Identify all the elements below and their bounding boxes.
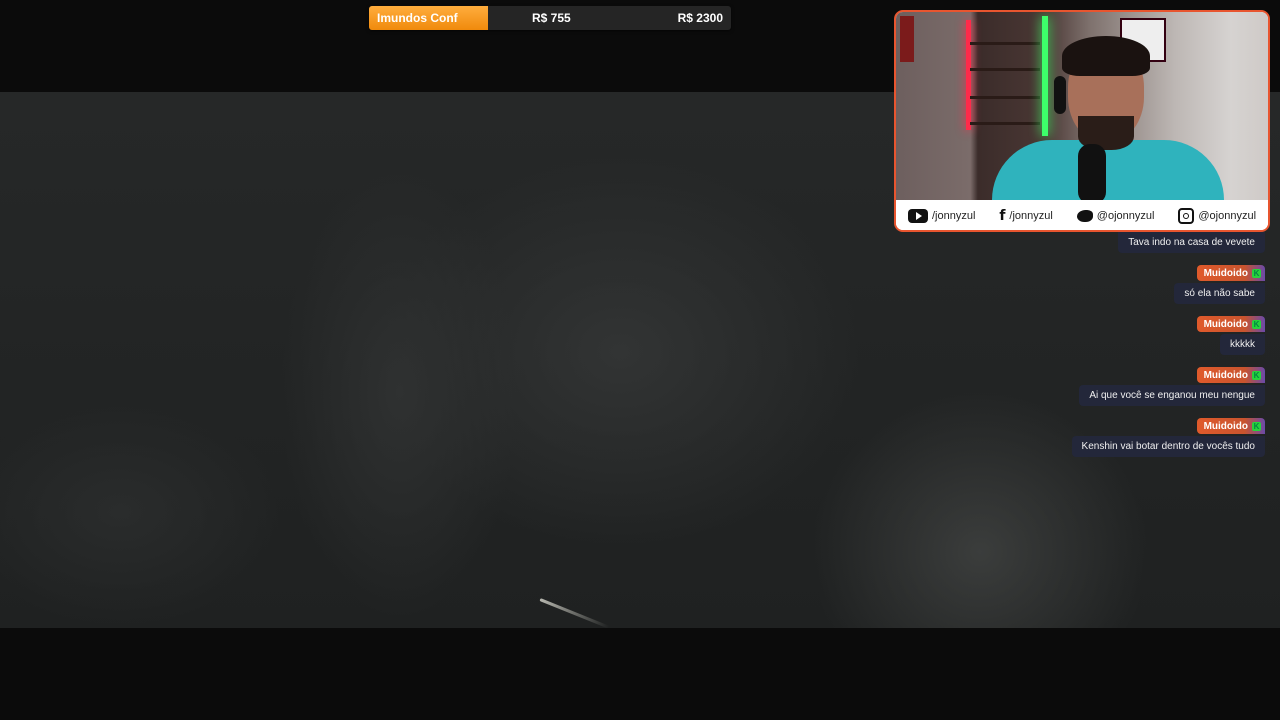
streamer-hair: [1062, 36, 1150, 76]
social-youtube: /jonnyzul: [907, 209, 976, 223]
red-led-strip: [966, 20, 971, 130]
chat-message: Muidoido K kkkkk: [965, 316, 1265, 355]
chat-message: Muidoido K só ela não sabe: [965, 265, 1265, 304]
shelf: [970, 96, 1040, 99]
chat-username: Muidoido: [1203, 318, 1248, 330]
instagram-icon: [1178, 208, 1195, 224]
chat-message: Muidoido K Ai que você se enganou meu ne…: [965, 367, 1265, 406]
chat-message: Tava indo na casa de vevete: [965, 232, 1265, 253]
social-facebook: f /jonnyzul: [999, 208, 1053, 224]
microphone: [1078, 144, 1106, 204]
shelf: [970, 122, 1040, 125]
social-handle: @ojonnyzul: [1096, 210, 1155, 222]
social-links-bar: /jonnyzul f /jonnyzul @ojonnyzul @ojonny…: [896, 200, 1268, 230]
facebook-icon: f: [999, 208, 1006, 224]
goal-current-amount: R$ 755: [532, 11, 571, 25]
goal-name: Imundos Conf: [377, 11, 458, 25]
chat-message-text: Tava indo na casa de vevete: [1118, 232, 1265, 253]
wall-poster: [900, 16, 914, 62]
chat-message-text: só ela não sabe: [1174, 283, 1265, 304]
social-handle: /jonnyzul: [931, 210, 976, 222]
donation-goal-bar: Imundos Conf R$ 755 R$ 2300: [369, 6, 731, 30]
webcam-feed: [896, 12, 1268, 210]
webcam-overlay: /jonnyzul f /jonnyzul @ojonnyzul @ojonny…: [894, 10, 1270, 232]
chat-username-tag: Muidoido K: [1196, 316, 1265, 332]
social-twitter: @ojonnyzul: [1076, 210, 1155, 222]
shelf: [970, 42, 1040, 45]
social-handle: @ojonnyzul: [1198, 210, 1257, 222]
chat-username-tag: Muidoido K: [1196, 265, 1265, 281]
twitter-icon: [1076, 210, 1093, 222]
kick-badge-icon: K: [1252, 421, 1261, 431]
chat-overlay: Tava indo na casa de vevete Muidoido K s…: [965, 232, 1265, 469]
shelf: [970, 68, 1040, 71]
letterbox-bottom: [0, 628, 1280, 720]
chat-message-text: Ai que você se enganou meu nengue: [1079, 385, 1265, 406]
chat-username: Muidoido: [1203, 420, 1248, 432]
chat-message: Muidoido K Kenshin vai botar dentro de v…: [965, 418, 1265, 457]
kick-badge-icon: K: [1252, 319, 1261, 329]
chat-username-tag: Muidoido K: [1196, 418, 1265, 434]
chat-username-tag: Muidoido K: [1196, 367, 1265, 383]
kick-badge-icon: K: [1252, 268, 1261, 278]
social-instagram: @ojonnyzul: [1178, 208, 1256, 224]
chat-message-text: kkkkk: [1220, 334, 1265, 355]
headphones: [1054, 76, 1066, 114]
green-led-strip: [1042, 16, 1048, 136]
chat-username: Muidoido: [1203, 267, 1248, 279]
kick-badge-icon: K: [1252, 370, 1261, 380]
goal-target-amount: R$ 2300: [677, 11, 723, 25]
chat-username: Muidoido: [1203, 369, 1248, 381]
chat-message-text: Kenshin vai botar dentro de vocês tudo: [1071, 436, 1265, 457]
youtube-icon: [907, 209, 928, 223]
social-handle: /jonnyzul: [1009, 210, 1053, 222]
